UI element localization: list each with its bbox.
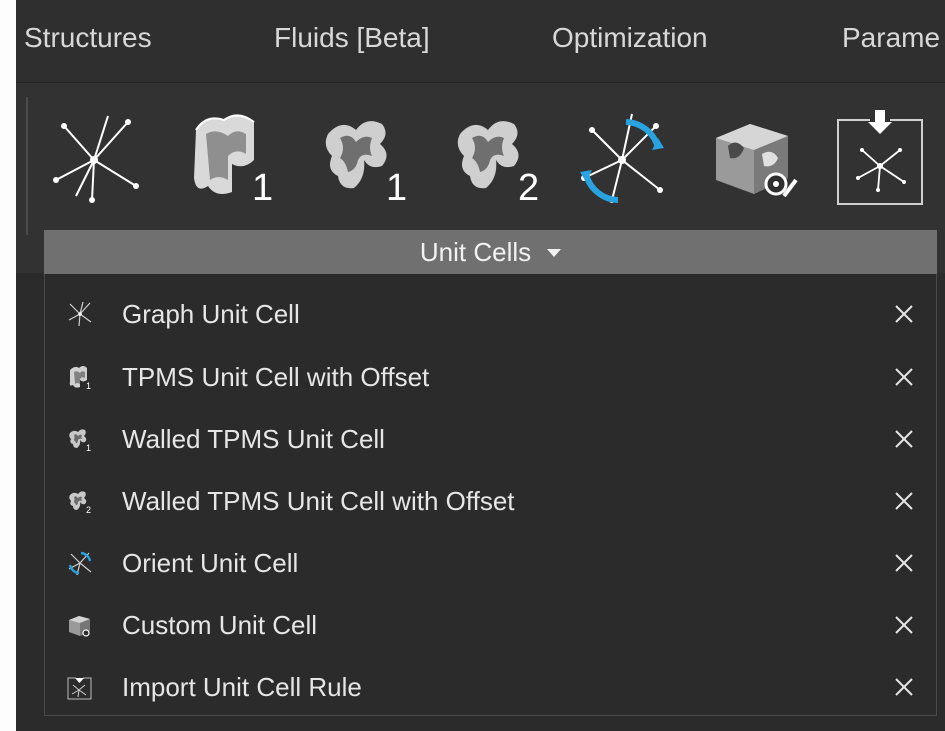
menu-item-label: Custom Unit Cell [122,609,318,640]
tpms-offset-icon: 1 [67,364,93,390]
menu-item-label: Import Unit Cell Rule [122,671,362,702]
menu-item-label: TPMS Unit Cell with Offset [122,361,430,392]
left-margin [0,0,16,731]
import-unit-cell-rule-icon [67,674,93,700]
custom-unit-cell-button[interactable] [706,108,802,208]
close-icon[interactable] [894,491,914,511]
ribbon-tab-bar: Structures Fluids [Beta] Optimization Pa… [16,0,945,83]
tool-subscript: 1 [252,167,273,208]
app-window: Structures Fluids [Beta] Optimization Pa… [0,0,945,731]
svg-text:1: 1 [86,381,91,390]
tpms-offset-button[interactable]: 1 [182,108,278,208]
tab-optimization[interactable]: Optimization [552,22,708,54]
svg-text:2: 2 [86,505,91,514]
import-unit-cell-rule-button[interactable] [836,108,932,208]
custom-unit-cell-icon [716,124,798,198]
close-icon[interactable] [894,367,914,387]
tool-subscript: 1 [386,167,407,208]
walled-tpms-button[interactable]: 1 [316,108,412,208]
graph-unit-cell-button[interactable] [48,108,144,208]
bottom-area [16,716,945,731]
ribbon-divider [26,97,28,235]
walled-tpms-offset-icon: 2 [67,488,93,514]
menu-item-label: Walled TPMS Unit Cell with Offset [122,485,515,516]
close-icon[interactable] [894,304,914,324]
close-icon[interactable] [894,553,914,573]
close-icon[interactable] [894,429,914,449]
orient-unit-cell-icon [67,550,93,576]
tab-structures[interactable]: Structures [24,22,152,54]
svg-text:1: 1 [86,443,91,452]
import-unit-cell-rule-icon [837,108,923,205]
caret-down-icon [547,249,562,257]
tab-fluids-beta[interactable]: Fluids [Beta] [274,22,430,54]
close-icon[interactable] [894,615,914,635]
menu-item-tpms-unit-cell-with-offset[interactable]: 1 TPMS Unit Cell with Offset [45,346,936,408]
graph-unit-cell-icon [53,115,139,203]
graph-unit-cell-icon [67,301,93,327]
menu-item-custom-unit-cell[interactable]: Custom Unit Cell [45,594,936,656]
walled-tpms-icon: 1 [325,121,407,208]
menu-item-walled-tpms-unit-cell[interactable]: 1 Walled TPMS Unit Cell [45,408,936,470]
menu-item-graph-unit-cell[interactable]: Graph Unit Cell [45,283,936,345]
orient-unit-cell-icon [580,113,664,203]
orient-unit-cell-button[interactable] [574,108,670,208]
tool-subscript: 2 [518,167,539,208]
unit-cells-menu: Graph Unit Cell 1 TPMS Unit Cell with Of… [44,274,937,716]
walled-tpms-offset-button[interactable]: 2 [448,108,544,208]
menu-item-label: Orient Unit Cell [122,547,299,578]
tab-parameters[interactable]: Parame [842,22,940,54]
menu-item-label: Walled TPMS Unit Cell [122,423,385,454]
menu-item-label: Graph Unit Cell [122,298,300,329]
unit-cells-group-dropdown[interactable]: Unit Cells [44,230,937,274]
walled-tpms-offset-icon: 2 [457,121,539,208]
menu-item-walled-tpms-unit-cell-with-offset[interactable]: 2 Walled TPMS Unit Cell with Offset [45,470,936,532]
tpms-offset-icon: 1 [194,114,273,208]
close-icon[interactable] [894,677,914,697]
walled-tpms-icon: 1 [67,426,93,452]
menu-item-import-unit-cell-rule[interactable]: Import Unit Cell Rule [45,656,936,718]
menu-item-orient-unit-cell[interactable]: Orient Unit Cell [45,532,936,594]
group-label: Unit Cells [419,236,532,267]
custom-unit-cell-icon [67,612,93,638]
